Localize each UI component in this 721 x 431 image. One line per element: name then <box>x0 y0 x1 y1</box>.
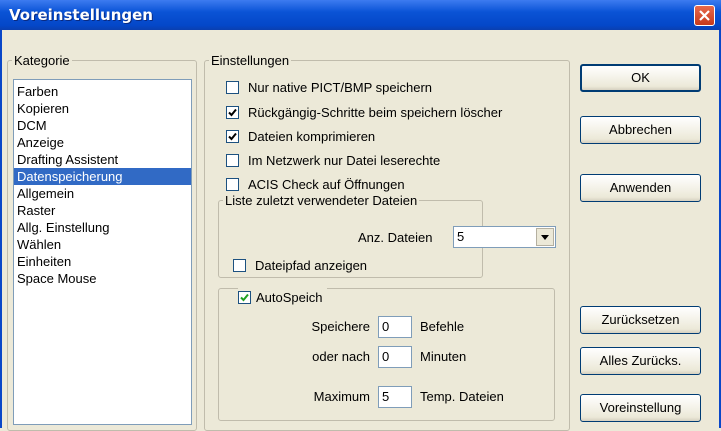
autosave-prefix: Maximum <box>313 389 370 404</box>
kategorie-item[interactable]: Anzeige <box>14 134 191 151</box>
kategorie-item[interactable]: Wählen <box>14 236 191 253</box>
setting-label: ACIS Check auf Öffnungen <box>248 176 405 192</box>
autosave-label: AutoSpeich <box>256 289 323 305</box>
kategorie-item[interactable]: Farben <box>14 83 191 100</box>
setting-label: Dateien komprimieren <box>248 128 376 144</box>
setting-option[interactable]: Rückgängig-Schritte beim speichern lösch… <box>226 103 502 121</box>
setting-option[interactable]: Nur native PICT/BMP speichern <box>226 78 432 96</box>
setting-checkbox[interactable] <box>226 80 239 94</box>
chevron-down-icon <box>541 235 549 240</box>
kategorie-item[interactable]: Kopieren <box>14 100 191 117</box>
show-path-label: Dateipfad anzeigen <box>255 257 368 273</box>
close-button[interactable] <box>694 5 715 26</box>
reset-all-button[interactable]: Alles Zurücks. <box>580 347 701 375</box>
file-count-label: Anz. Dateien <box>358 230 433 245</box>
setting-label: Im Netzwerk nur Datei leserechte <box>248 152 441 168</box>
reset-button[interactable]: Zurücksetzen <box>580 306 701 334</box>
setting-option[interactable]: Im Netzwerk nur Datei leserechte <box>226 151 440 169</box>
autosave-value-input[interactable]: 5 <box>378 386 412 408</box>
einstellungen-legend: Einstellungen <box>211 53 290 68</box>
autosave-value-input[interactable]: 0 <box>378 316 412 338</box>
dropdown-arrow[interactable] <box>536 228 554 246</box>
cancel-button[interactable]: Abbrechen <box>580 116 701 144</box>
close-icon <box>699 10 710 21</box>
autosave-suffix: Minuten <box>420 349 467 364</box>
kategorie-item[interactable]: Space Mouse <box>14 270 191 287</box>
kategorie-item[interactable]: Einheiten <box>14 253 191 270</box>
kategorie-item[interactable]: DCM <box>14 117 191 134</box>
autosave-option[interactable]: AutoSpeich <box>238 288 327 306</box>
file-count-value: 5 <box>457 229 465 244</box>
window-title: Voreinstellungen <box>9 6 153 24</box>
kategorie-item[interactable]: Raster <box>14 202 191 219</box>
check-icon <box>228 132 237 140</box>
setting-option[interactable]: Dateien komprimieren <box>226 127 375 145</box>
setting-label: Rückgängig-Schritte beim speichern lösch… <box>248 104 503 120</box>
apply-button[interactable]: Anwenden <box>580 174 701 202</box>
dialog-body: Kategorie Farben Kopieren DCM Anzeige Drafti… <box>0 30 721 431</box>
setting-option[interactable]: ACIS Check auf Öffnungen <box>226 175 405 193</box>
setting-checkbox[interactable] <box>226 129 239 143</box>
check-icon <box>240 293 249 301</box>
show-path-checkbox[interactable] <box>233 258 246 272</box>
autosave-suffix: Temp. Dateien <box>420 389 504 404</box>
kategorie-item[interactable]: Allg. Einstellung <box>14 219 191 236</box>
defaults-button[interactable]: Voreinstellung <box>580 394 701 422</box>
kategorie-item[interactable]: Drafting Assistent <box>14 151 191 168</box>
autosave-value-input[interactable]: 0 <box>378 346 412 368</box>
setting-checkbox[interactable] <box>226 153 239 167</box>
autosave-checkbox[interactable] <box>238 290 251 304</box>
kategorie-item[interactable]: Datenspeicherung <box>14 168 191 185</box>
setting-label: Nur native PICT/BMP speichern <box>248 79 432 95</box>
file-count-select[interactable]: 5 <box>453 226 556 248</box>
ok-button[interactable]: OK <box>580 64 701 92</box>
setting-checkbox[interactable] <box>226 177 239 191</box>
title-bar: Voreinstellungen <box>0 0 721 30</box>
kategorie-item[interactable]: Allgemein <box>14 185 191 202</box>
setting-checkbox[interactable] <box>226 105 239 119</box>
kategorie-list[interactable]: Farben Kopieren DCM Anzeige Drafting Assiste… <box>13 79 192 425</box>
show-path-option[interactable]: Dateipfad anzeigen <box>233 256 367 274</box>
autosave-prefix: Speichere <box>311 319 370 334</box>
autosave-suffix: Befehle <box>420 319 465 334</box>
autosave-prefix: oder nach <box>312 349 370 364</box>
check-icon <box>228 108 237 116</box>
kategorie-legend: Kategorie <box>14 53 70 68</box>
recent-files-legend: Liste zuletzt verwendeter Dateien <box>225 193 418 208</box>
